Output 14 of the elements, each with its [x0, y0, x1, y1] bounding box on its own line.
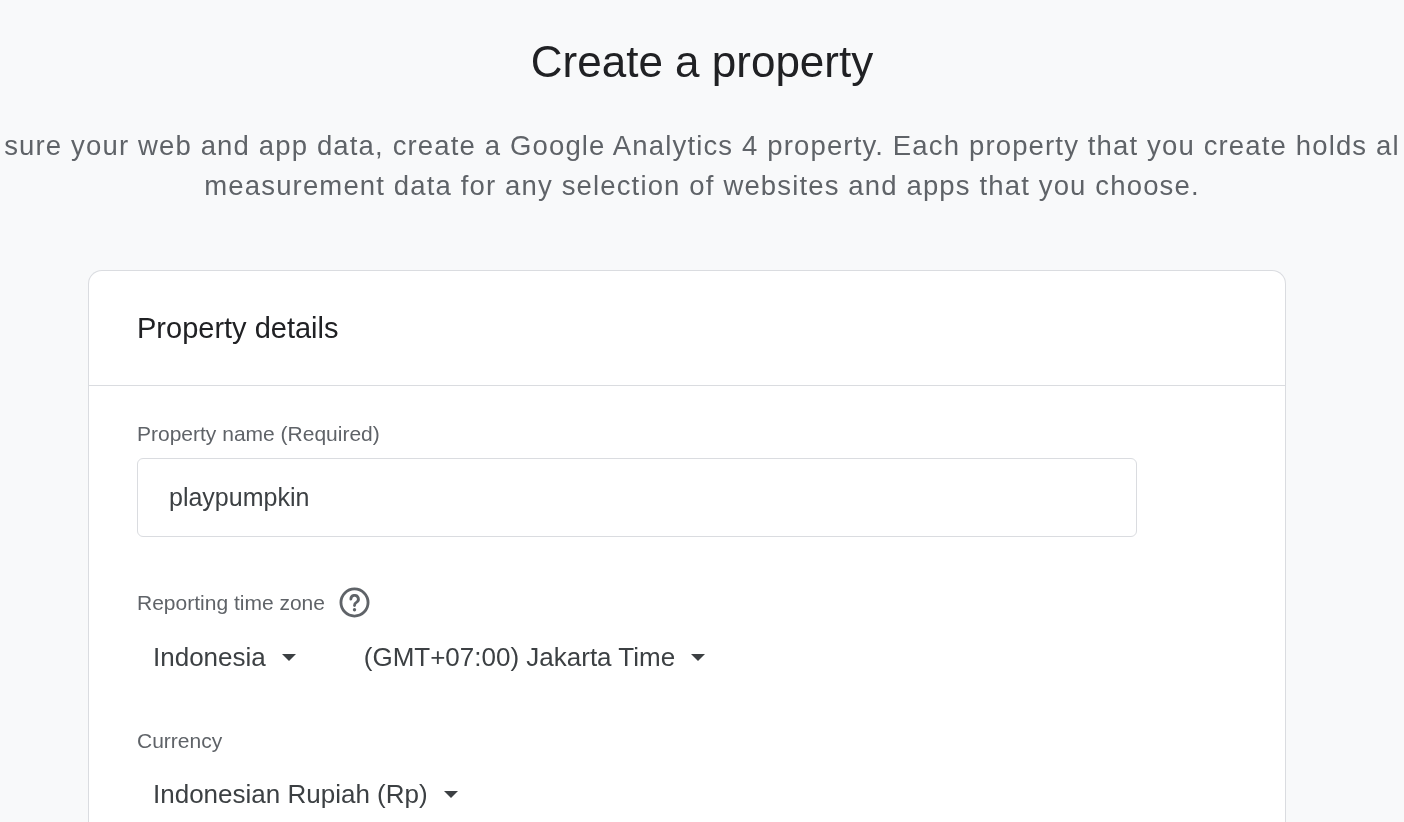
caret-icon: [281, 654, 296, 661]
dropdown-select[interactable]: Indonesian Rupiah (Rp): [137, 773, 474, 816]
page-description: sure your web and app data, create a Google Analytics 4 property. Each property that you create holds al measurement data for any selection of websites and apps that you choose.: [3, 129, 1401, 203]
page-title: Create a property: [530, 36, 874, 88]
caret-icon: [443, 791, 458, 798]
card-title: Property details: [137, 311, 339, 345]
field-label: Currency: [137, 728, 223, 754]
help-icon[interactable]: [338, 587, 370, 618]
field-label: Property name (Required): [137, 421, 380, 447]
dropdown-select[interactable]: (GMT+07:00) Jakarta Time: [347, 636, 722, 679]
caret-icon: [691, 654, 706, 661]
property-name-field[interactable]: playpumpkin: [137, 458, 1137, 537]
field-label: Reporting time zone: [137, 589, 325, 616]
dropdown-select[interactable]: Indonesia: [137, 636, 312, 679]
